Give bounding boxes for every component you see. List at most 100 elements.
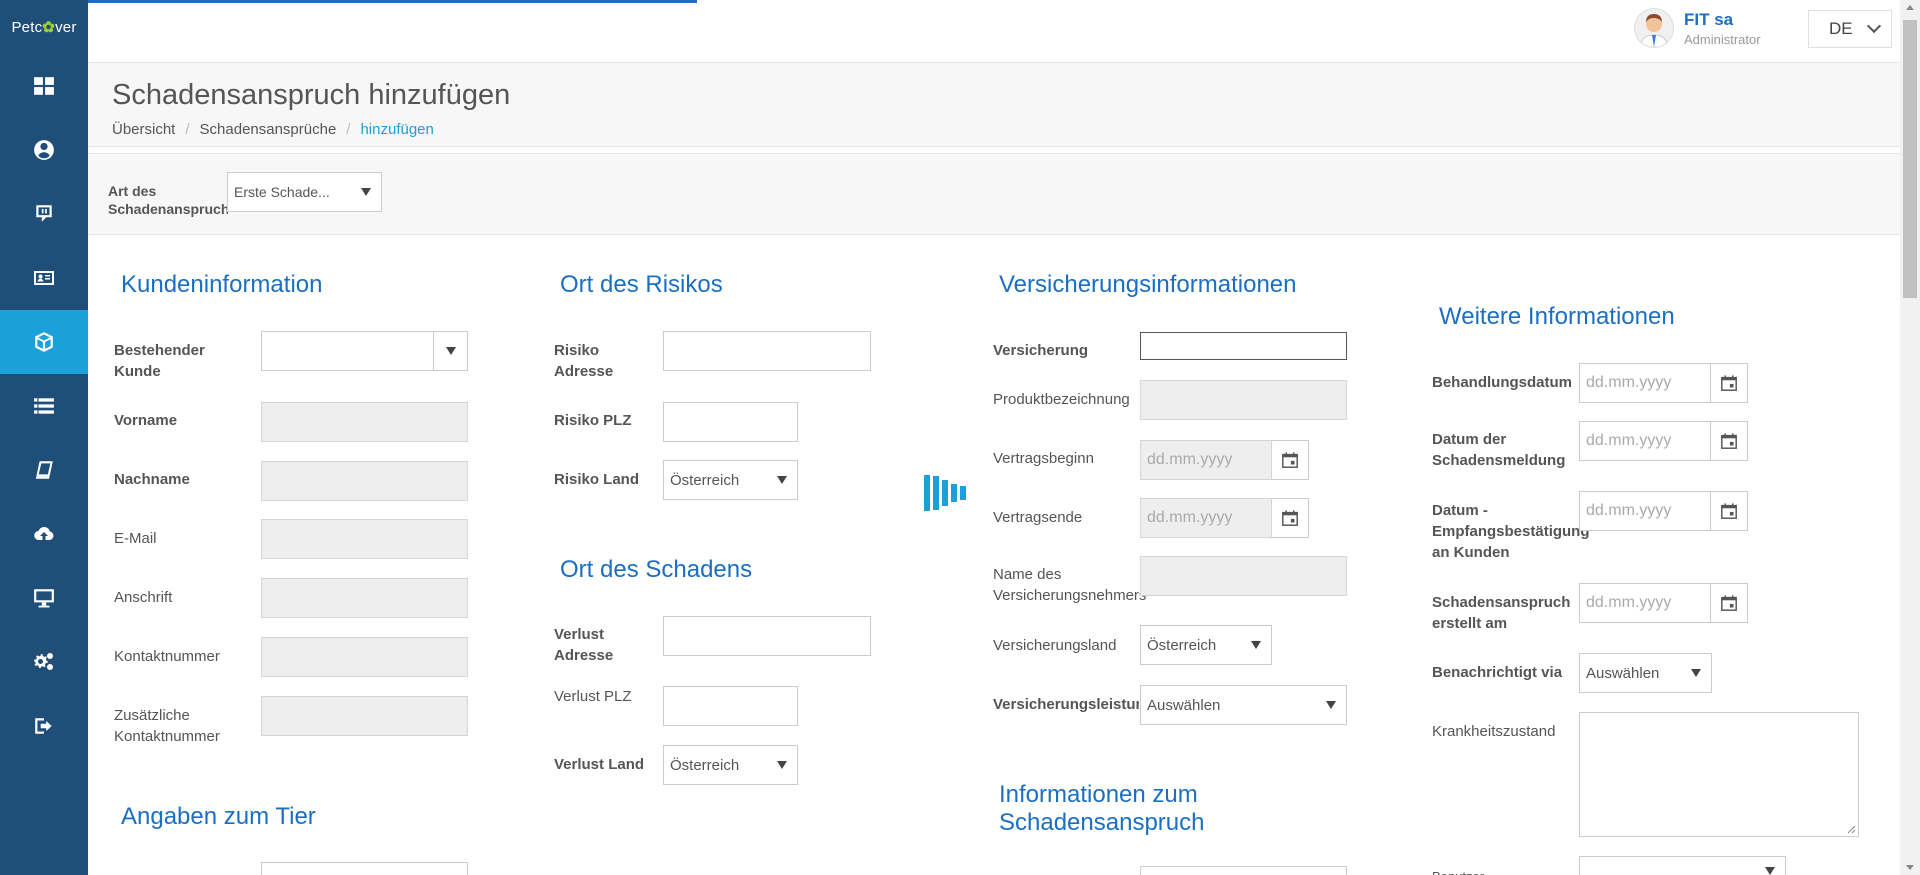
sidebar-item-dashboard[interactable] — [0, 54, 88, 118]
calendar-icon — [1282, 510, 1298, 526]
email-label: E-Mail — [114, 530, 157, 547]
calendar-button[interactable] — [1272, 498, 1309, 538]
treatment-date-label: Behandlungsdatum — [1432, 374, 1573, 391]
notified-via-select[interactable]: Auswählen — [1579, 653, 1712, 693]
damage-address-label: Verlust Adresse — [554, 626, 614, 664]
treatment-date-input[interactable]: dd.mm.yyyy — [1579, 363, 1711, 403]
language-value: DE — [1829, 19, 1853, 38]
risk-country-select[interactable]: Österreich — [663, 460, 798, 500]
contract-start-label: Vertragsbeginn — [993, 450, 1094, 467]
calendar-icon — [1282, 452, 1298, 468]
report-date-label: Datum der Schadensmeldung — [1432, 431, 1566, 469]
contract-end-input[interactable]: dd.mm.yyyy — [1140, 498, 1272, 538]
breadcrumb-claims[interactable]: Schadensansprüche — [200, 121, 337, 138]
damage-zip-field[interactable] — [663, 686, 798, 726]
scroll-thumb[interactable] — [1903, 20, 1917, 298]
notified-via-value: Auswählen — [1586, 665, 1660, 682]
avatar — [1634, 8, 1674, 48]
policy-field[interactable] — [1140, 332, 1347, 360]
cogs-icon — [34, 653, 53, 670]
calendar-button[interactable] — [1711, 583, 1748, 623]
caret-down-icon — [777, 761, 787, 769]
damage-address-field[interactable] — [663, 616, 871, 656]
claim-type-select[interactable]: Erste Schade... — [227, 172, 382, 212]
caret-down-icon — [1691, 669, 1701, 677]
language-select[interactable]: DE — [1808, 10, 1892, 48]
caret-down-icon — [1326, 701, 1336, 709]
sidebar-item-logout[interactable] — [0, 694, 88, 758]
loading-progress-bar — [88, 0, 697, 3]
benefit-label: Versicherungsleistung — [993, 696, 1139, 713]
user-menu[interactable]: FIT sa Administrator — [1634, 8, 1761, 48]
treatment-date[interactable]: dd.mm.yyyy — [1579, 363, 1748, 403]
calendar-button[interactable] — [1711, 363, 1748, 403]
firstname-label: Vorname — [114, 412, 178, 429]
risk-address-field[interactable] — [663, 331, 871, 371]
chat-icon — [36, 205, 52, 222]
sidebar-item-policies[interactable] — [0, 246, 88, 310]
email-field[interactable] — [261, 519, 468, 559]
dropdown-toggle[interactable] — [433, 332, 467, 370]
logo-text: Petc — [11, 18, 43, 36]
sidebar-item-customers[interactable] — [0, 118, 88, 182]
contract-end-label: Vertragsende — [993, 509, 1083, 526]
contract-start-date[interactable]: dd.mm.yyyy — [1140, 440, 1309, 480]
breadcrumb-current: hinzufügen — [360, 121, 434, 138]
sidebar-item-upload[interactable] — [0, 502, 88, 566]
report-date-input[interactable]: dd.mm.yyyy — [1579, 421, 1711, 461]
sidebar-item-messages[interactable] — [0, 182, 88, 246]
address-field[interactable] — [261, 578, 468, 618]
claim-type-label: Art des Schadenanspruchs — [108, 183, 228, 217]
resize-handle-icon[interactable] — [1846, 824, 1856, 834]
sidebar-item-lists[interactable] — [0, 374, 88, 438]
receipt-date-label: Datum - Empfangsbestätigung an Kunden — [1432, 502, 1590, 561]
petcover-logo[interactable]: Petc ✿ ver — [0, 0, 88, 54]
insurance-country-value: Österreich — [1147, 637, 1217, 654]
page-scrollbar[interactable] — [1900, 0, 1920, 875]
sidebar-item-claims[interactable] — [0, 310, 88, 374]
receipt-date-input[interactable]: dd.mm.yyyy — [1579, 491, 1711, 531]
damage-section-title: Ort des Schadens — [560, 556, 753, 583]
damage-country-select[interactable]: Österreich — [663, 745, 798, 785]
animal-field[interactable] — [261, 862, 468, 875]
report-date[interactable]: dd.mm.yyyy — [1579, 421, 1748, 461]
user-name: FIT sa — [1684, 9, 1734, 29]
book-icon — [35, 461, 53, 479]
receipt-date[interactable]: dd.mm.yyyy — [1579, 491, 1748, 531]
product-label: Produktbezeichnung — [993, 391, 1130, 408]
damage-country-label: Verlust Land — [554, 756, 645, 773]
contract-end-date[interactable]: dd.mm.yyyy — [1140, 498, 1309, 538]
claim-type-bar: Art des Schadenanspruchs Erste Schade... — [88, 153, 1900, 235]
calendar-button[interactable] — [1272, 440, 1309, 480]
calendar-button[interactable] — [1711, 421, 1748, 461]
user-label: Benutzer — [1432, 866, 1484, 875]
calendar-button[interactable] — [1711, 491, 1748, 531]
benefit-select[interactable]: Auswählen — [1140, 685, 1347, 725]
user-select[interactable] — [1579, 856, 1786, 875]
product-field[interactable] — [1140, 380, 1347, 420]
contract-start-input[interactable]: dd.mm.yyyy — [1140, 440, 1272, 480]
sidebar-item-settings[interactable] — [0, 630, 88, 694]
created-date-input[interactable]: dd.mm.yyyy — [1579, 583, 1711, 623]
scroll-down-icon[interactable] — [1906, 865, 1914, 870]
scroll-up-icon[interactable] — [1906, 5, 1914, 10]
insurance-country-select[interactable]: Österreich — [1140, 625, 1272, 665]
breadcrumb-overview[interactable]: Übersicht — [112, 121, 175, 138]
lastname-field[interactable] — [261, 461, 468, 501]
existing-customer-select[interactable] — [261, 331, 468, 371]
condition-textarea[interactable] — [1579, 712, 1859, 837]
sidebar-item-monitor[interactable] — [0, 566, 88, 630]
breadcrumb: Übersicht / Schadensansprüche / hinzufüg… — [112, 121, 434, 138]
phone2-field[interactable] — [261, 696, 468, 736]
created-date[interactable]: dd.mm.yyyy — [1579, 583, 1748, 623]
caret-down-icon — [777, 476, 787, 484]
claim-info-field[interactable] — [1140, 866, 1347, 875]
firstname-field[interactable] — [261, 402, 468, 442]
cloud-upload-icon — [34, 526, 54, 541]
holder-name-field[interactable] — [1140, 556, 1347, 596]
sidebar-item-documents[interactable] — [0, 438, 88, 502]
phone-field[interactable] — [261, 637, 468, 677]
claim-type-value: Erste Schade... — [234, 184, 330, 200]
risk-zip-field[interactable] — [663, 402, 798, 442]
holder-name-label: Name des Versicherungsnehmers — [993, 566, 1147, 604]
